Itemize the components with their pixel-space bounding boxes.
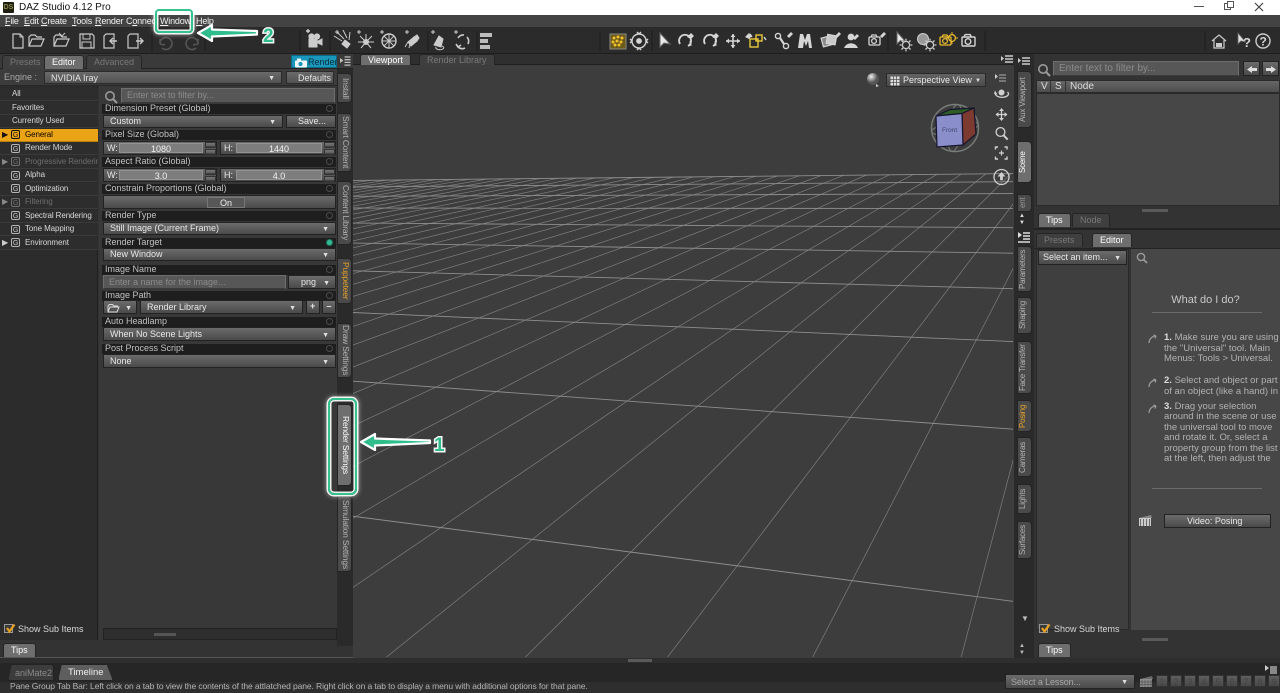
svg-text:Front: Front bbox=[942, 127, 957, 134]
svg-text:?: ? bbox=[1243, 35, 1251, 50]
svg-text:2: 2 bbox=[263, 26, 274, 46]
svg-text:?: ? bbox=[1260, 35, 1267, 49]
svg-text:1: 1 bbox=[434, 435, 445, 455]
